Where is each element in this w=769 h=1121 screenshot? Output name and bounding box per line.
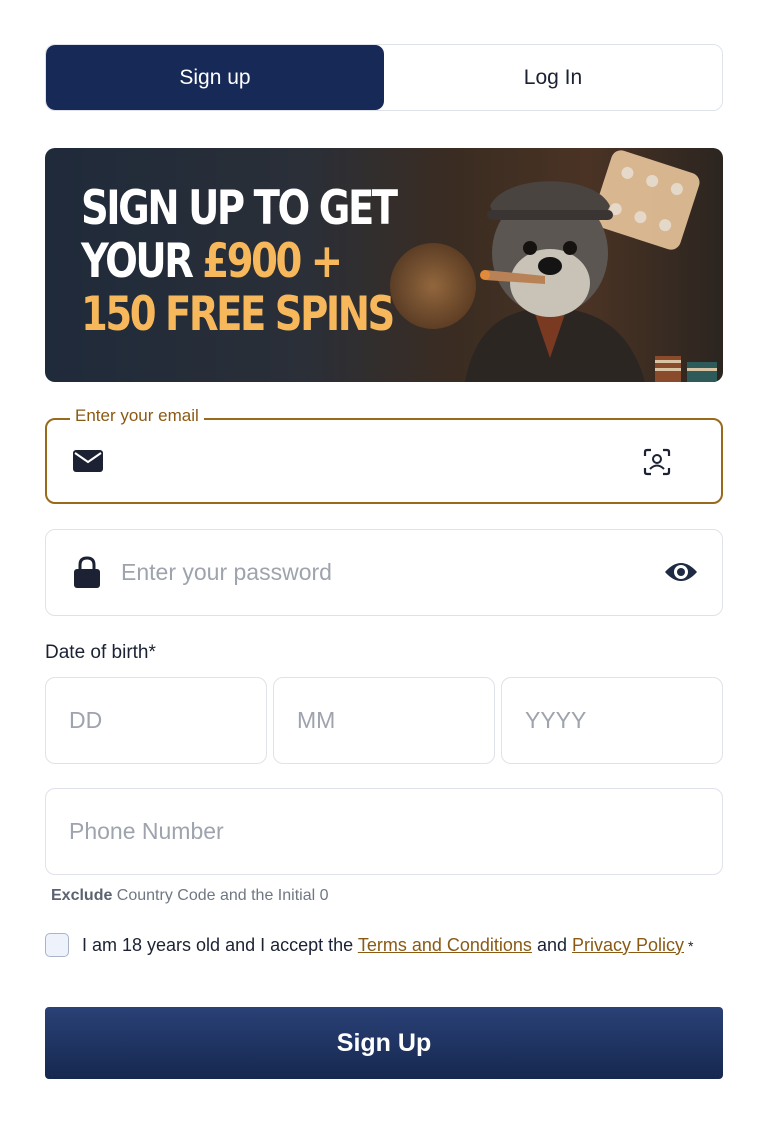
promo-bonus-amount: £900 + xyxy=(202,234,343,289)
dob-label: Date of birth* xyxy=(45,642,156,663)
age-consent-checkbox[interactable] xyxy=(45,933,69,957)
promo-line-2-white: YOUR xyxy=(81,234,203,289)
eye-icon[interactable] xyxy=(664,558,698,586)
tab-sign-up[interactable]: Sign up xyxy=(46,45,384,110)
phone-hint-bold: Exclude xyxy=(51,887,113,904)
email-field xyxy=(45,418,723,504)
face-scan-icon[interactable] xyxy=(643,448,671,476)
promo-line-3: 150 FREE SPINS xyxy=(81,287,395,342)
phone-field xyxy=(45,788,723,875)
sign-up-button[interactable]: Sign Up xyxy=(45,1007,723,1079)
promo-line-2: YOUR £900 + xyxy=(81,235,352,288)
dob-year-field xyxy=(501,677,723,764)
phone-hint-text: Country Code and the Initial 0 xyxy=(112,887,329,904)
consent-and: and xyxy=(531,934,572,955)
privacy-policy-link[interactable]: Privacy Policy xyxy=(572,935,684,955)
password-field xyxy=(45,529,723,616)
dog-mascot-illustration xyxy=(465,181,645,382)
promo-headline: SIGN UP TO GET YOUR £900 + 150 FREE SPIN… xyxy=(81,181,398,342)
promo-line-1: SIGN UP TO GET xyxy=(81,181,398,236)
tab-log-in[interactable]: Log In xyxy=(384,45,722,110)
email-label: Enter your email xyxy=(70,406,204,426)
email-input[interactable] xyxy=(122,420,642,502)
password-input[interactable] xyxy=(121,530,641,615)
dob-day-input[interactable] xyxy=(69,678,249,763)
consent-text: I am 18 years old and I accept the Terms… xyxy=(82,935,693,956)
dob-month-field xyxy=(273,677,495,764)
required-mark: * xyxy=(688,937,694,954)
terms-link[interactable]: Terms and Conditions xyxy=(358,935,532,955)
auth-tabs: Sign up Log In xyxy=(45,44,723,111)
lock-icon xyxy=(74,556,100,588)
envelope-icon xyxy=(73,450,103,472)
consent-prefix: I am 18 years old and I accept the xyxy=(82,934,358,955)
dob-month-input[interactable] xyxy=(297,678,477,763)
promo-banner: SIGN UP TO GET YOUR £900 + 150 FREE SPIN… xyxy=(45,148,723,382)
casino-chips-graphic xyxy=(655,356,717,382)
phone-input[interactable] xyxy=(69,789,689,874)
dob-year-input[interactable] xyxy=(525,678,705,763)
age-consent-row: I am 18 years old and I accept the Terms… xyxy=(45,933,693,957)
dob-day-field xyxy=(45,677,267,764)
phone-hint: Exclude Country Code and the Initial 0 xyxy=(51,887,329,905)
